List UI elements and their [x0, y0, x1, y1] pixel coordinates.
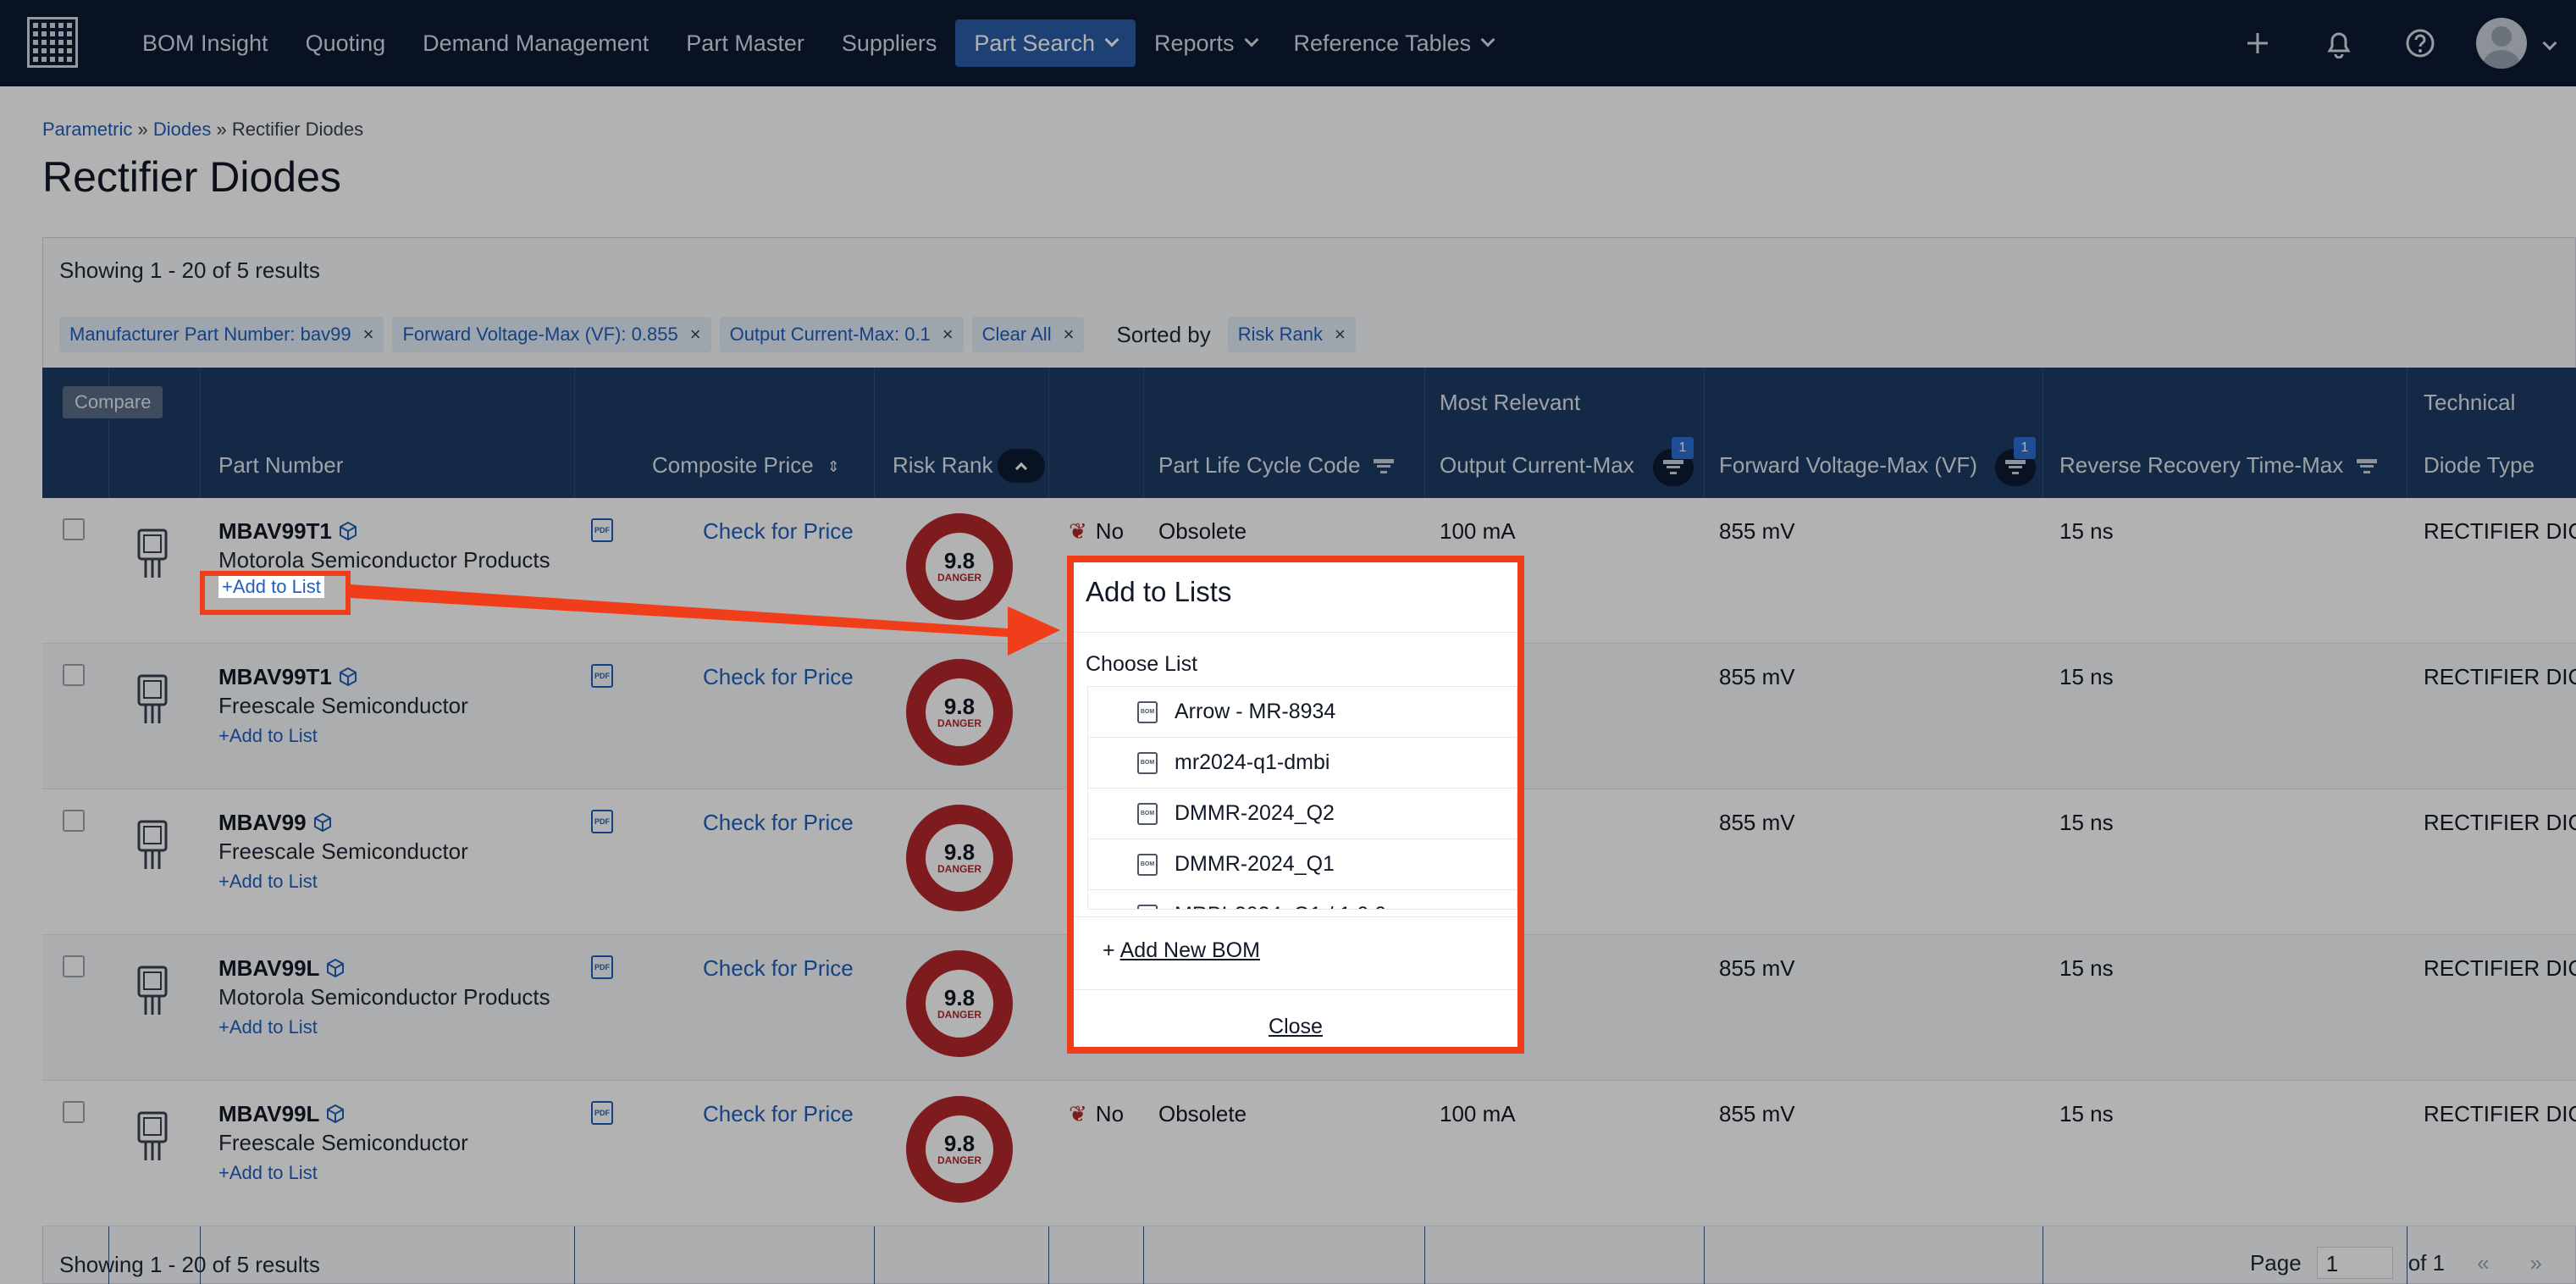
divider [1074, 989, 1517, 990]
divider [1074, 632, 1517, 633]
bom-icon: BOM [1137, 700, 1158, 723]
plus-icon: + [1103, 938, 1115, 962]
list-option[interactable]: BOM mr2024-q1-dmbi [1088, 738, 1517, 789]
close-button[interactable]: Close [1074, 1015, 1517, 1039]
add-new-bom-link[interactable]: + Add New BOM [1103, 938, 1260, 963]
list-option-label: DMMR-2024_Q2 [1175, 801, 1335, 825]
bom-icon: BOM [1137, 904, 1158, 909]
add-new-bom-label: Add New BOM [1119, 938, 1260, 962]
add-to-lists-modal: Add to Lists Choose List BOM Arrow - MR-8… [1067, 556, 1524, 1054]
list-option-label: Arrow - MR-8934 [1175, 700, 1336, 723]
list-option-label: MRBI-2024_Q1 / 1.0.0 [1175, 903, 1386, 909]
list-option-label: DMMR-2024_Q1 [1175, 852, 1335, 876]
bom-icon: BOM [1137, 802, 1158, 825]
list-options[interactable]: BOM Arrow - MR-8934 BOM mr2024-q1-dmbi BOM DM… [1087, 686, 1517, 910]
divider [1074, 916, 1517, 917]
list-option-label: mr2024-q1-dmbi [1175, 750, 1330, 774]
list-option[interactable]: BOM DMMR-2024_Q2 [1088, 789, 1517, 839]
list-option[interactable]: BOM Arrow - MR-8934 [1088, 687, 1517, 738]
modal-title: Add to Lists [1086, 576, 1232, 607]
list-option[interactable]: BOM MRBI-2024_Q1 / 1.0.0 [1088, 890, 1517, 909]
list-option[interactable]: BOM DMMR-2024_Q1 [1088, 839, 1517, 890]
choose-list-label: Choose List [1086, 652, 1198, 676]
bom-icon: BOM [1137, 853, 1158, 876]
bom-icon: BOM [1137, 751, 1158, 774]
